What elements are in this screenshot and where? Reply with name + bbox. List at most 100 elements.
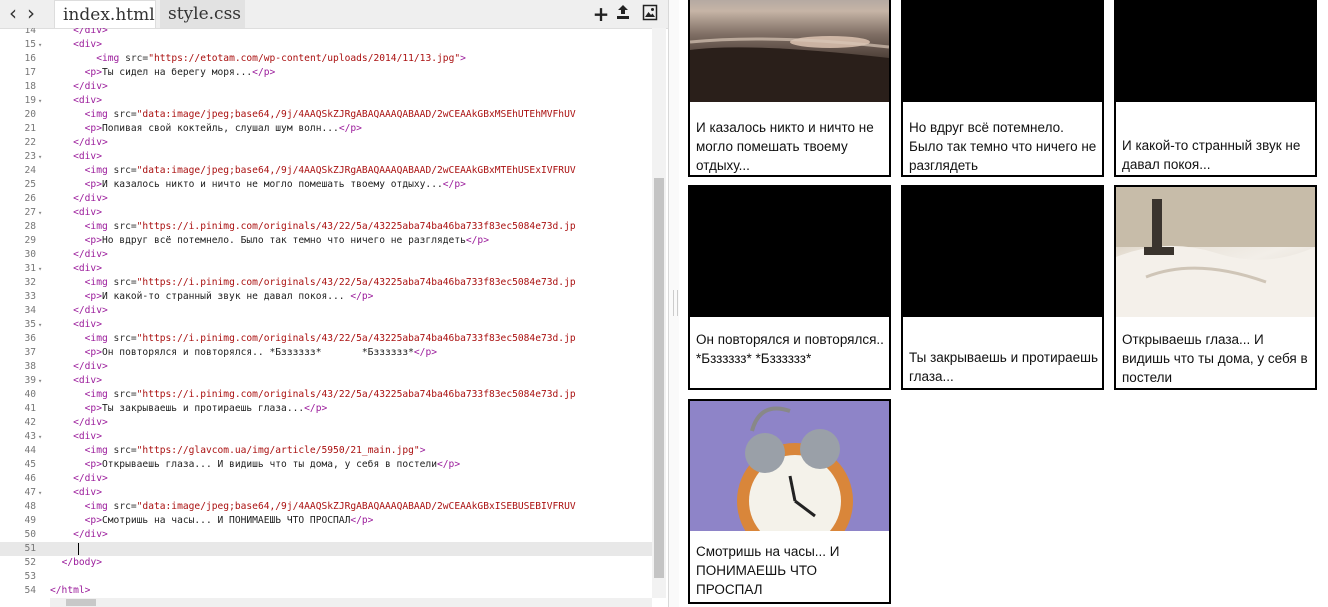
code-text: <p>Ты закрываешь и протираешь глаза...</… <box>84 403 328 414</box>
code-text: </div> <box>73 81 108 92</box>
fold-toggle-icon[interactable]: ▾ <box>38 262 42 276</box>
code-text: <div> <box>73 151 102 162</box>
add-file-icon[interactable]: + <box>592 4 610 24</box>
code-text: <img src="https://i.pinimg.com/originals… <box>84 389 576 400</box>
code-text: </div> <box>73 137 108 148</box>
code-text: <img src="https://i.pinimg.com/originals… <box>84 333 576 344</box>
code-line[interactable]: 19 ▾ <div> <box>0 94 652 108</box>
splitter-grip-icon[interactable] <box>673 290 678 316</box>
code-line[interactable]: 18 </div> <box>0 80 652 94</box>
code-line[interactable]: 54 </html> <box>0 584 652 598</box>
code-line[interactable]: 20 <img src="data:image/jpeg;base64,/9j/… <box>0 108 652 122</box>
code-line[interactable]: 52 </body> <box>0 556 652 570</box>
code-line[interactable]: 30 </div> <box>0 248 652 262</box>
code-line[interactable]: 39 ▾ <div> <box>0 374 652 388</box>
line-number: 22 <box>24 137 36 148</box>
code-line[interactable]: 48 <img src="data:image/jpeg;base64,/9j/… <box>0 500 652 514</box>
code-line[interactable]: 36 <img src="https://i.pinimg.com/origin… <box>0 332 652 346</box>
fold-toggle-icon[interactable]: ▾ <box>38 94 42 108</box>
code-line[interactable]: 23 ▾ <div> <box>0 150 652 164</box>
line-number: 28 <box>24 221 36 232</box>
scrollbar-thumb[interactable] <box>654 178 664 578</box>
line-number: 52 <box>24 557 36 568</box>
story-caption: Он повторялся и повторялся.. *Бзззззз* *… <box>696 332 884 366</box>
story-image <box>903 187 1102 317</box>
code-line[interactable]: 34 </div> <box>0 304 652 318</box>
code-line[interactable]: 41 <p>Ты закрываешь и протираешь глаза..… <box>0 402 652 416</box>
fold-toggle-icon[interactable]: ▾ <box>38 318 42 332</box>
story-caption: Ты закрываешь и протираешь глаза... <box>909 350 1099 384</box>
code-line[interactable]: 26 </div> <box>0 192 652 206</box>
editor-tab-bar: ‹ › index.html style.css + <box>0 0 668 29</box>
tab-index-html[interactable]: index.html <box>54 0 156 28</box>
story-card: И казалось никто и ничто не могло помеша… <box>688 0 891 177</box>
line-number: 50 <box>24 529 36 540</box>
code-text: <p>Ты сидел на берегу моря...</p> <box>84 67 276 78</box>
code-line[interactable]: 40 <img src="https://i.pinimg.com/origin… <box>0 388 652 402</box>
code-area[interactable]: 14 </div> 15 ▾ <div> 16 <img src="https://e… <box>0 28 652 598</box>
code-line[interactable]: 24 <img src="data:image/jpeg;base64,/9j/… <box>0 164 652 178</box>
story-card: Открываешь глаза... И видишь что ты дома… <box>1114 185 1317 390</box>
code-line[interactable]: 44 <img src="https://glavcom.ua/img/arti… <box>0 444 652 458</box>
code-line[interactable]: 51 <box>0 542 652 556</box>
chevron-right-icon[interactable]: › <box>22 2 40 24</box>
code-line[interactable]: 21 <p>Попивая свой коктейль, слушал шум … <box>0 122 652 136</box>
code-line[interactable]: 50 </div> <box>0 528 652 542</box>
fold-toggle-icon[interactable]: ▾ <box>38 206 42 220</box>
code-line[interactable]: 47 ▾ <div> <box>0 486 652 500</box>
code-line[interactable]: 27 ▾ <div> <box>0 206 652 220</box>
tab-style-css[interactable]: style.css <box>160 0 245 28</box>
line-number: 54 <box>24 585 36 596</box>
code-line[interactable]: 22 </div> <box>0 136 652 150</box>
code-line[interactable]: 17 <p>Ты сидел на берегу моря...</p> <box>0 66 652 80</box>
code-line[interactable]: 29 <p>Но вдруг всё потемнело. Было так т… <box>0 234 652 248</box>
story-caption: И казалось никто и ничто не могло помеша… <box>696 120 874 173</box>
code-line[interactable]: 49 <p>Смотришь на часы... И ПОНИМАЕШЬ ЧТ… <box>0 514 652 528</box>
story-card: Он повторялся и повторялся.. *Бзззззз* *… <box>688 185 891 390</box>
code-line[interactable]: 38 </div> <box>0 360 652 374</box>
code-line[interactable]: 35 ▾ <div> <box>0 318 652 332</box>
upload-icon[interactable] <box>614 4 632 24</box>
line-number: 34 <box>24 305 36 316</box>
story-card: Ты закрываешь и протираешь глаза... <box>901 185 1104 390</box>
code-line[interactable]: 33 <p>И какой-то странный звук не давал … <box>0 290 652 304</box>
code-text: </div> <box>73 473 108 484</box>
story-caption: Открываешь глаза... И видишь что ты дома… <box>1122 332 1308 385</box>
line-number: 39 <box>24 375 36 386</box>
code-text: </div> <box>73 361 108 372</box>
code-text: <p>Попивая свой коктейль, слушал шум вол… <box>84 123 362 134</box>
code-text: <div> <box>73 95 102 106</box>
chevron-left-icon[interactable]: ‹ <box>4 2 22 24</box>
fold-toggle-icon[interactable]: ▾ <box>38 430 42 444</box>
code-line[interactable]: 31 ▾ <div> <box>0 262 652 276</box>
code-text: </div> <box>73 28 108 36</box>
code-line[interactable]: 53 <box>0 570 652 584</box>
horizontal-scrollbar[interactable] <box>50 598 652 607</box>
code-line[interactable]: 25 <p>И казалось никто и ничто не могло … <box>0 178 652 192</box>
vertical-scrollbar[interactable] <box>652 28 666 598</box>
code-text: <img src="data:image/jpeg;base64,/9j/4AA… <box>84 109 576 120</box>
code-text: </body> <box>61 557 102 568</box>
image-icon[interactable] <box>641 4 659 24</box>
line-number: 45 <box>24 459 36 470</box>
code-line[interactable]: 15 ▾ <div> <box>0 38 652 52</box>
code-line[interactable]: 14 </div> <box>0 28 652 38</box>
fold-toggle-icon[interactable]: ▾ <box>38 38 42 52</box>
code-line[interactable]: 32 <img src="https://i.pinimg.com/origin… <box>0 276 652 290</box>
code-line[interactable]: 46 </div> <box>0 472 652 486</box>
code-line[interactable]: 16 <img src="https://etotam.com/wp-conte… <box>0 52 652 66</box>
code-line[interactable]: 28 <img src="https://i.pinimg.com/origin… <box>0 220 652 234</box>
fold-toggle-icon[interactable]: ▾ <box>38 150 42 164</box>
story-image <box>1116 187 1315 317</box>
fold-toggle-icon[interactable]: ▾ <box>38 374 42 388</box>
scrollbar-thumb[interactable] <box>66 599 96 606</box>
code-line[interactable]: 43 ▾ <div> <box>0 430 652 444</box>
code-line[interactable]: 42 </div> <box>0 416 652 430</box>
code-line[interactable]: 45 <p>Открываешь глаза... И видишь что т… <box>0 458 652 472</box>
fold-toggle-icon[interactable]: ▾ <box>38 486 42 500</box>
code-line[interactable]: 37 <p>Он повторялся и повторялся.. *Бззз… <box>0 346 652 360</box>
story-image <box>690 187 889 317</box>
code-text: </div> <box>73 529 108 540</box>
line-number: 24 <box>24 165 36 176</box>
code-text: </html> <box>50 585 91 596</box>
